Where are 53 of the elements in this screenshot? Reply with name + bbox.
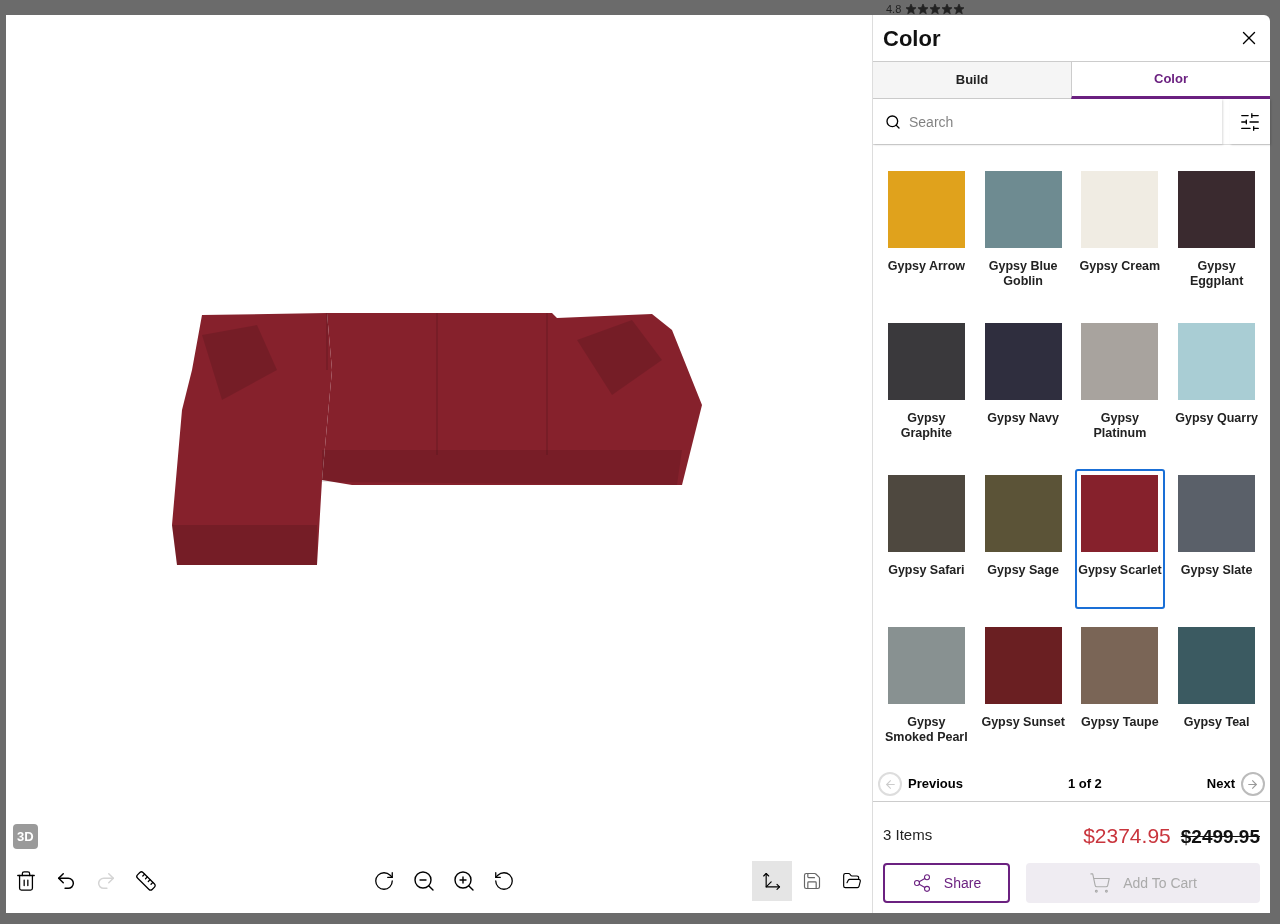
swatch-label: Gypsy Navy xyxy=(987,411,1059,427)
swatch-label: Gypsy Platinum xyxy=(1092,411,1148,442)
tab[interactable]: Build xyxy=(873,62,1071,99)
move-icon[interactable] xyxy=(752,861,792,901)
swatch-tile[interactable]: Gypsy Safari xyxy=(881,469,972,610)
item-count: 3 Items xyxy=(883,825,933,845)
rating-value: 4.8 xyxy=(886,4,902,15)
star-icon xyxy=(941,3,954,15)
swatch-tile[interactable]: Gypsy Smoked Pearl xyxy=(881,621,972,762)
swatch-label: Gypsy Slate xyxy=(1180,563,1253,579)
swatch-tile[interactable]: Gypsy Blue Goblin xyxy=(977,165,1069,305)
original-price: $2499.95 xyxy=(1180,824,1260,849)
swatch-label: Gypsy Blue Goblin xyxy=(987,259,1059,289)
swatch-label: Gypsy Sunset xyxy=(981,715,1065,731)
swatch-tile[interactable]: Gypsy Scarlet xyxy=(1074,469,1166,610)
panel-title: Color xyxy=(883,24,941,53)
swatch-tile[interactable]: Gypsy Sage xyxy=(977,469,1069,610)
swatch-tile[interactable]: Gypsy Platinum xyxy=(1074,317,1166,458)
swatch-tile[interactable]: Gypsy Quarry xyxy=(1171,317,1262,458)
swatch-label: Gypsy Eggplant xyxy=(1188,259,1245,289)
swatch-tile[interactable]: Gypsy Taupe xyxy=(1074,621,1166,762)
search-icon xyxy=(885,113,901,130)
swatch-tile[interactable]: Gypsy Cream xyxy=(1074,165,1166,305)
swatch-label: Gypsy Arrow xyxy=(887,259,966,274)
previous-button[interactable]: Previous xyxy=(878,772,963,796)
swatch-label: Gypsy Sage xyxy=(987,563,1059,579)
swatch-label: Gypsy Scarlet xyxy=(1078,563,1162,579)
swatch-tile[interactable]: Gypsy Arrow xyxy=(881,165,972,305)
swatch-tile[interactable]: Gypsy Navy xyxy=(977,317,1069,458)
cart-icon xyxy=(1089,872,1112,894)
swatch-label: Gypsy Quarry xyxy=(1175,411,1258,427)
star-icon xyxy=(953,3,966,15)
star-icon xyxy=(917,3,930,15)
search-field[interactable]: Search xyxy=(909,99,1222,144)
next-button[interactable]: Next xyxy=(1206,772,1265,796)
swatch-tile[interactable]: Gypsy Eggplant xyxy=(1171,165,1262,305)
share-icon xyxy=(911,873,932,893)
swatch-label: Gypsy Cream xyxy=(1079,259,1161,274)
star-icon xyxy=(929,3,942,15)
sale-price: $2374.95 xyxy=(1083,822,1171,849)
swatch-label: Gypsy Teal xyxy=(1183,715,1250,731)
swatch-tile[interactable]: Gypsy Teal xyxy=(1171,621,1262,762)
page-indicator: 1 of 2 xyxy=(1067,775,1102,794)
swatch-label: Gypsy Taupe xyxy=(1081,715,1159,731)
swatch-tile[interactable]: Gypsy Graphite xyxy=(881,317,972,458)
tab[interactable]: Color xyxy=(1071,62,1270,99)
star-icon xyxy=(905,3,918,15)
swatch-label: Gypsy Safari xyxy=(888,563,965,579)
swatch-tile[interactable]: Gypsy Sunset xyxy=(977,621,1069,762)
swatch-tile[interactable]: Gypsy Slate xyxy=(1171,469,1262,610)
share-button[interactable]: Share xyxy=(883,863,1010,903)
swatch-label: Gypsy Graphite xyxy=(899,411,954,442)
swatch-label: Gypsy Smoked Pearl xyxy=(884,715,969,746)
